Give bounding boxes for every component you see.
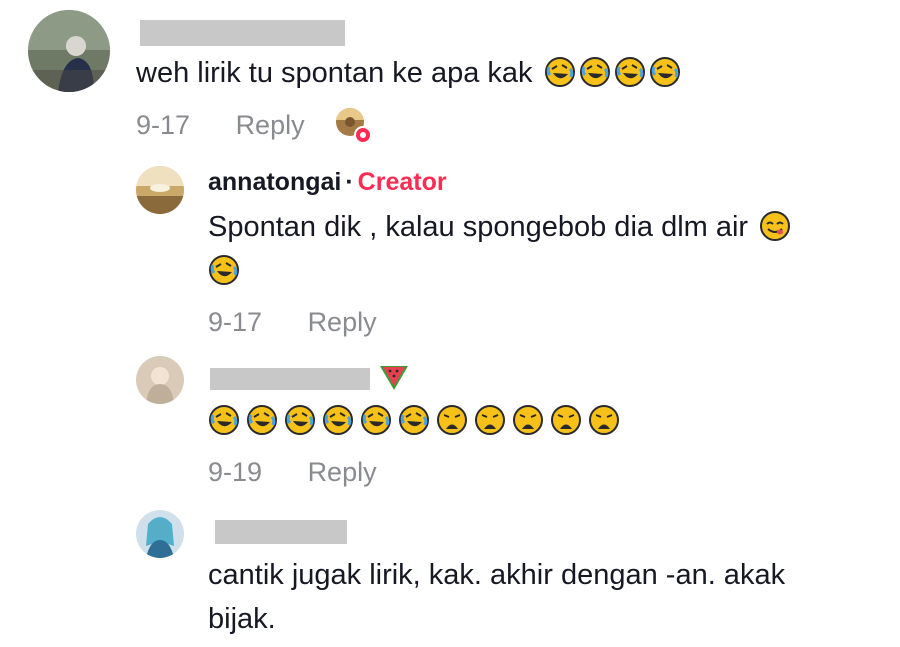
comment-text-line1: cantik jugak lirik, kak. akhir dengan -a… (208, 559, 786, 591)
username-redaction-bar (215, 520, 347, 544)
yum-emoji (759, 210, 791, 242)
weary-emoji (550, 404, 582, 441)
rofl-emoji (544, 56, 576, 88)
commenter-avatar[interactable] (136, 510, 184, 558)
rofl-emoji (322, 404, 354, 441)
username-redaction-bar (140, 20, 345, 46)
watermelon-icon (378, 362, 410, 397)
reply-button[interactable]: Reply (236, 110, 305, 140)
username-redaction-bar (210, 368, 370, 390)
separator-dot: · (345, 168, 354, 196)
comment-text-content: weh lirik tu spontan ke apa kak (136, 57, 533, 89)
comment-meta: 9-19 Reply (208, 457, 377, 488)
weary-emoji (436, 404, 468, 441)
commenter-avatar[interactable] (136, 356, 184, 404)
comment-text: weh lirik tu spontan ke apa kak (136, 52, 681, 94)
creator-reply-date: 9-17 (208, 307, 263, 337)
rofl-emoji (208, 404, 240, 441)
comment-text-line2: bijak. (208, 603, 276, 635)
rofl-emoji (614, 56, 646, 88)
creator-reply-text-line1: Spontan dik , kalau spongebob dia dlm ai… (208, 211, 749, 243)
weary-emoji (474, 404, 506, 441)
rofl-emoji (208, 254, 240, 286)
comment-meta: 9-17 Reply (136, 110, 305, 141)
creator-avatar[interactable] (136, 166, 184, 214)
reply-button[interactable]: Reply (308, 307, 377, 337)
rofl-emoji (579, 56, 611, 88)
rofl-emoji (360, 404, 392, 441)
weary-emoji (512, 404, 544, 441)
emoji-only-comment (208, 404, 620, 441)
creator-badge: Creator (357, 168, 447, 196)
comment-date: 9-17 (136, 110, 191, 140)
weary-emoji (588, 404, 620, 441)
rofl-emoji (649, 56, 681, 88)
creator-reply-meta: 9-17 Reply (208, 307, 377, 338)
rofl-emoji (398, 404, 430, 441)
rofl-emoji (284, 404, 316, 441)
creator-reply-text: Spontan dik , kalau spongebob dia dlm ai… (208, 206, 791, 248)
reply-button[interactable]: Reply (308, 457, 377, 487)
commenter-avatar[interactable] (28, 10, 110, 92)
creator-username[interactable]: annatongai (208, 168, 341, 197)
creator-reply-text-line2 (208, 250, 240, 292)
heart-badge-icon (354, 126, 372, 144)
creator-header: annatongai · Creator (208, 168, 447, 197)
comment-date: 9-19 (208, 457, 263, 487)
rofl-emoji (246, 404, 278, 441)
